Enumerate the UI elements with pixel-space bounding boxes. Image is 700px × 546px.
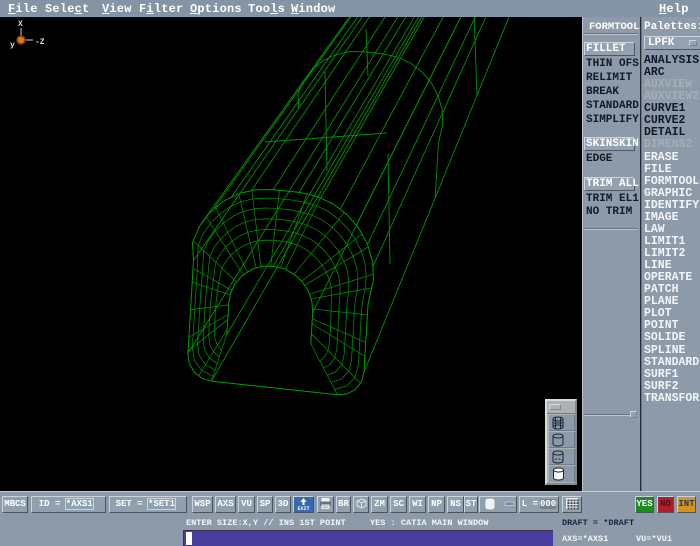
svg-text:EXIT: EXIT [298,506,310,511]
svg-text:X: X [18,20,23,29]
svg-text:y: y [10,41,15,50]
svg-text:-Z: -Z [35,38,45,47]
